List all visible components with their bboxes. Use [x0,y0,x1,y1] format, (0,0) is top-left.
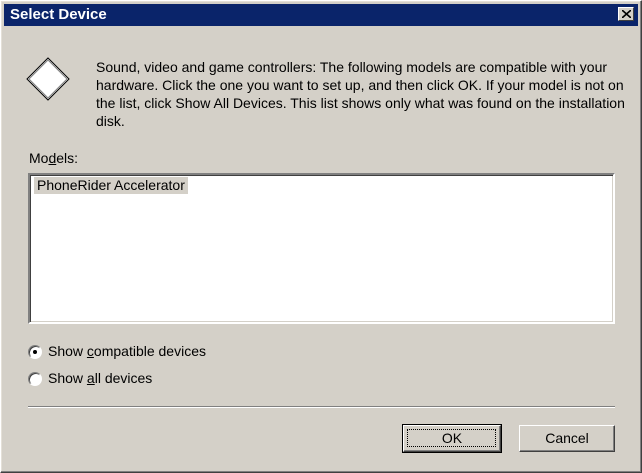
select-device-dialog: Select Device Sound, video and game cont… [0,0,642,473]
cancel-button-label: Cancel [545,430,589,446]
diamond-device-icon [26,57,70,101]
show-compatible-radio[interactable]: Show compatible devices [28,343,238,361]
show-compatible-suffix: ompatible devices [93,343,206,359]
description-text: Sound, video and game controllers: The f… [96,59,625,129]
close-button[interactable] [618,7,634,21]
models-label-suffix: els: [56,150,79,166]
show-all-label[interactable]: Show all devices [48,370,152,386]
show-all-radio[interactable]: Show all devices [28,370,188,388]
window-title: Select Device [10,6,107,23]
models-listbox[interactable]: PhoneRider Accelerator [28,173,615,324]
radio-dot [33,350,37,354]
close-icon [622,10,631,18]
cancel-button[interactable]: Cancel [519,425,615,452]
show-compatible-label[interactable]: Show compatible devices [48,343,206,359]
show-compatible-accel: c [86,343,94,359]
models-label-prefix: Mo [29,150,49,166]
models-label: Models: [29,150,78,166]
show-all-accel: a [86,370,95,386]
focus-rect [407,429,496,447]
show-all-suffix: ll devices [94,370,153,386]
radio-button-unchecked[interactable] [28,372,42,386]
ok-button[interactable]: OK [402,424,502,453]
list-item[interactable]: PhoneRider Accelerator [34,177,188,194]
title-bar[interactable]: Select Device [4,4,638,26]
separator [28,406,615,408]
show-compatible-prefix: Show [48,343,87,359]
show-all-prefix: Show [48,370,87,386]
radio-button-checked[interactable] [28,345,42,359]
